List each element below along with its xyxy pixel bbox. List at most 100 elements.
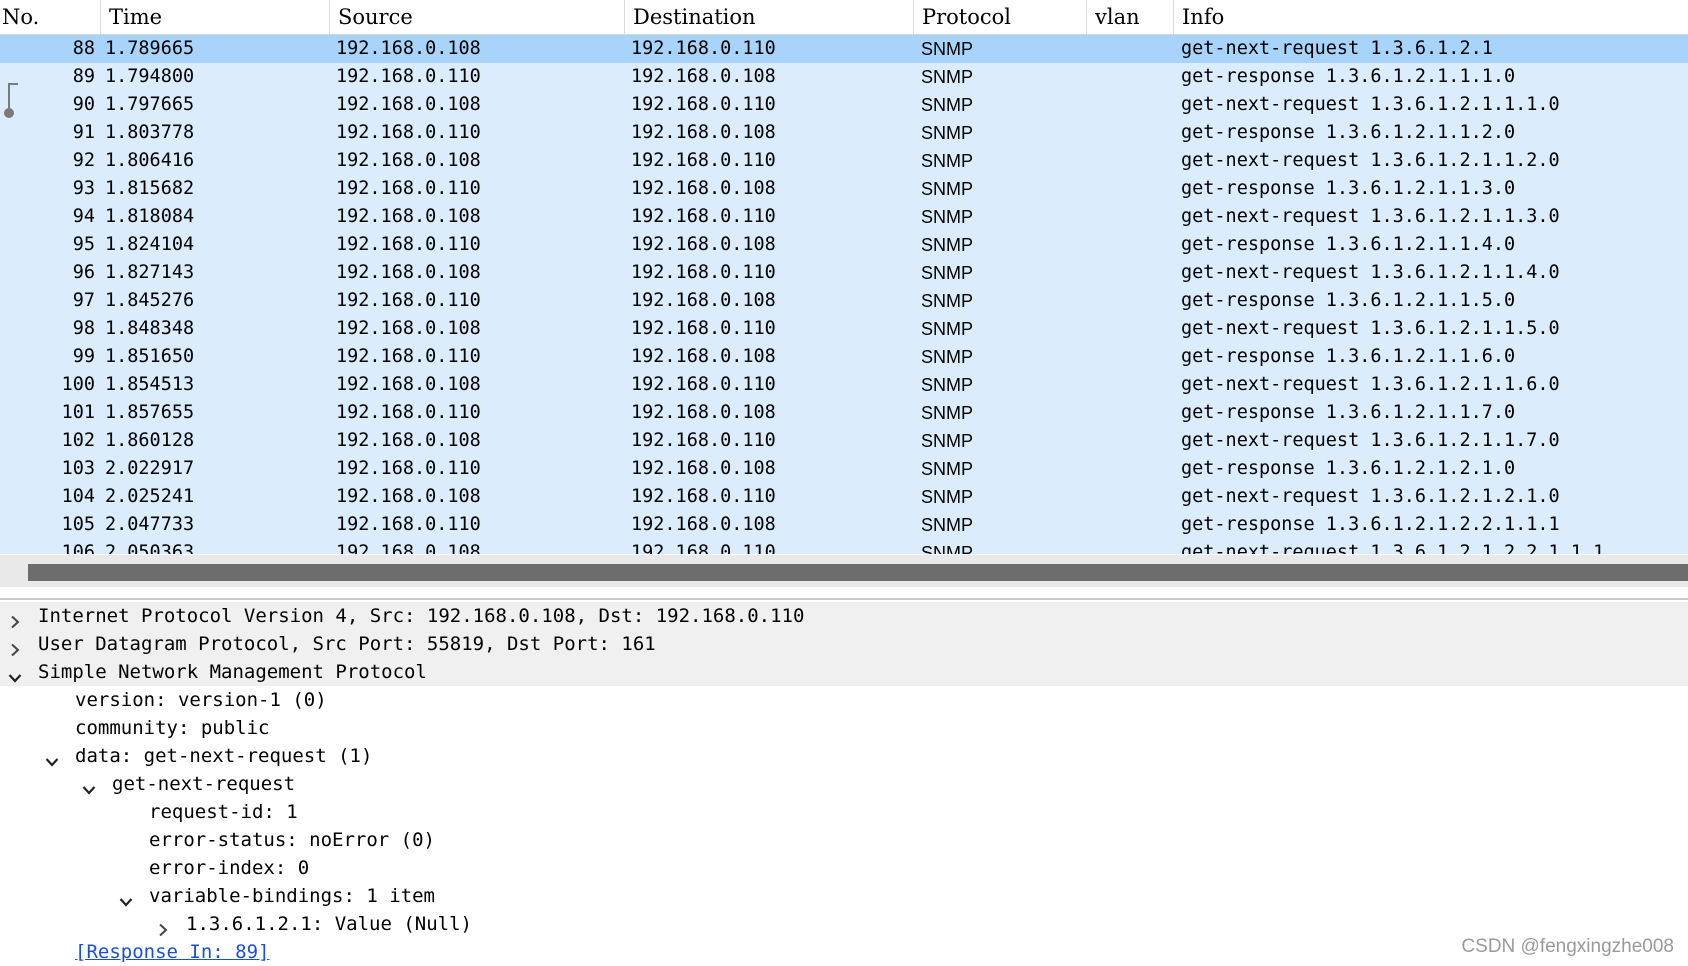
packet-source: 192.168.0.110 — [336, 402, 481, 423]
packet-row[interactable]: 98 1.848348 192.168.0.108 192.168.0.110 SNMP… — [0, 315, 1688, 343]
packet-time: 1.854513 — [105, 374, 195, 395]
packet-time: 1.806416 — [105, 150, 195, 171]
packet-no: 93 — [72, 178, 95, 199]
packet-row[interactable]: 97 1.845276 192.168.0.110 192.168.0.108 SNMP… — [0, 287, 1688, 315]
column-header-destination[interactable]: Destination — [624, 0, 913, 34]
pane-divider[interactable] — [0, 598, 1688, 600]
detail-row[interactable]: community: public — [0, 714, 1688, 742]
chevron-down-icon[interactable] — [119, 889, 133, 907]
packet-row[interactable]: 106 2.050363 192.168.0.108 192.168.0.110 SNM… — [0, 539, 1688, 554]
packet-destination: 192.168.0.108 — [631, 346, 776, 367]
packet-row[interactable]: 99 1.851650 192.168.0.110 192.168.0.108 SNMP… — [0, 343, 1688, 371]
packet-row[interactable]: 103 2.022917 192.168.0.110 192.168.0.108 SNM… — [0, 455, 1688, 483]
packet-no: 99 — [72, 346, 95, 367]
packet-protocol: SNMP — [921, 291, 974, 311]
detail-row[interactable]: request-id: 1 — [0, 798, 1688, 826]
packet-destination: 192.168.0.110 — [631, 150, 776, 171]
packet-source: 192.168.0.110 — [336, 514, 481, 535]
detail-row[interactable]: [Response In: 89] — [0, 938, 1688, 966]
packet-source: 192.168.0.110 — [336, 290, 481, 311]
packet-protocol: SNMP — [921, 235, 974, 255]
packet-destination: 192.168.0.110 — [631, 486, 776, 507]
chevron-down-icon[interactable] — [82, 777, 96, 795]
packet-time: 1.857655 — [105, 402, 195, 423]
detail-text: 1.3.6.1.2.1: Value (Null) — [186, 913, 472, 935]
detail-text: get-next-request — [112, 773, 296, 795]
packet-row[interactable]: 101 1.857655 192.168.0.110 192.168.0.108 SNM… — [0, 399, 1688, 427]
chevron-down-icon[interactable] — [8, 665, 22, 683]
chevron-right-icon[interactable] — [8, 609, 22, 629]
chevron-right-icon[interactable] — [156, 917, 170, 937]
column-header-vlan[interactable]: vlan — [1086, 0, 1173, 34]
packet-no: 96 — [72, 262, 95, 283]
packet-row[interactable]: 100 1.854513 192.168.0.108 192.168.0.110 SNM… — [0, 371, 1688, 399]
packet-protocol: SNMP — [921, 459, 974, 479]
detail-row[interactable]: Simple Network Management Protocol — [0, 658, 1688, 686]
chevron-down-icon[interactable] — [45, 749, 59, 767]
detail-text: error-status: noError (0) — [149, 829, 435, 851]
column-header-time[interactable]: Time — [100, 0, 329, 34]
scrollbar-thumb[interactable] — [28, 564, 1688, 581]
packet-no: 102 — [61, 430, 95, 451]
column-header-no[interactable]: No. — [0, 0, 100, 34]
related-packet-dot — [4, 108, 14, 118]
detail-row[interactable]: get-next-request — [0, 770, 1688, 798]
packet-no: 100 — [61, 374, 95, 395]
packet-no: 88 — [72, 38, 95, 59]
packet-row[interactable]: 91 1.803778 192.168.0.110 192.168.0.108 SNMP… — [0, 119, 1688, 147]
detail-row[interactable]: version: version-1 (0) — [0, 686, 1688, 714]
packet-no: 101 — [61, 402, 95, 423]
packet-destination: 192.168.0.108 — [631, 458, 776, 479]
packet-row[interactable]: 95 1.824104 192.168.0.110 192.168.0.108 SNMP… — [0, 231, 1688, 259]
packet-info: get-response 1.3.6.1.2.1.1.6.0 — [1181, 346, 1516, 367]
packet-row[interactable]: 88 1.789665 192.168.0.108 192.168.0.110 SNMP… — [0, 35, 1688, 63]
packet-rows[interactable]: 106 2.050363 192.168.0.108 192.168.0.110 SNM… — [0, 35, 1688, 554]
detail-row[interactable]: error-index: 0 — [0, 854, 1688, 882]
packet-row[interactable]: 92 1.806416 192.168.0.108 192.168.0.110 SNMP… — [0, 147, 1688, 175]
packet-no: 105 — [61, 514, 95, 535]
packet-info: get-response 1.3.6.1.2.1.1.7.0 — [1181, 402, 1516, 423]
packet-info: get-response 1.3.6.1.2.1.1.3.0 — [1181, 178, 1516, 199]
packet-list[interactable]: No. Time Source Destination Protocol vlan Info… — [0, 0, 1688, 555]
packet-row[interactable]: 89 1.794800 192.168.0.110 192.168.0.108 SNMP… — [0, 63, 1688, 91]
detail-row[interactable]: variable-bindings: 1 item — [0, 882, 1688, 910]
packet-info: get-response 1.3.6.1.2.1.2.2.1.1.1 — [1181, 514, 1560, 535]
column-header-info[interactable]: Info — [1173, 0, 1688, 34]
packet-protocol: SNMP — [921, 515, 974, 535]
packet-info: get-response 1.3.6.1.2.1.1.2.0 — [1181, 122, 1516, 143]
packet-row[interactable]: 102 1.860128 192.168.0.108 192.168.0.110 SNM… — [0, 427, 1688, 455]
packet-row[interactable]: 90 1.797665 192.168.0.108 192.168.0.110 SNMP… — [0, 91, 1688, 119]
packet-no: 92 — [72, 150, 95, 171]
packet-source: 192.168.0.108 — [336, 206, 481, 227]
packet-info: get-response 1.3.6.1.2.1.2.1.0 — [1181, 458, 1516, 479]
packet-time: 1.794800 — [105, 66, 195, 87]
response-link[interactable]: [Response In: 89] — [75, 938, 269, 966]
packet-row[interactable]: 93 1.815682 192.168.0.110 192.168.0.108 SNMP… — [0, 175, 1688, 203]
packet-time: 1.827143 — [105, 262, 195, 283]
packet-row[interactable]: 104 2.025241 192.168.0.108 192.168.0.110 SNM… — [0, 483, 1688, 511]
packet-info: get-next-request 1.3.6.1.2.1.1.4.0 — [1181, 262, 1560, 283]
detail-row[interactable]: data: get-next-request (1) — [0, 742, 1688, 770]
chevron-right-icon[interactable] — [8, 637, 22, 657]
detail-text: Simple Network Management Protocol — [38, 661, 427, 683]
packet-no: 94 — [72, 206, 95, 227]
packet-row[interactable]: 94 1.818084 192.168.0.108 192.168.0.110 SNMP… — [0, 203, 1688, 231]
column-header-protocol[interactable]: Protocol — [913, 0, 1086, 34]
packet-row[interactable]: 96 1.827143 192.168.0.108 192.168.0.110 SNMP… — [0, 259, 1688, 287]
column-header-source[interactable]: Source — [329, 0, 624, 34]
detail-row[interactable]: 1.3.6.1.2.1: Value (Null) — [0, 910, 1688, 938]
packet-row[interactable]: 105 2.047733 192.168.0.110 192.168.0.108 SNM… — [0, 511, 1688, 539]
horizontal-scrollbar[interactable] — [0, 555, 1688, 587]
packet-info: get-next-request 1.3.6.1.2.1 — [1181, 38, 1493, 59]
packet-info: get-next-request 1.3.6.1.2.1.2.2.1.1.1 — [1181, 542, 1605, 554]
packet-source: 192.168.0.108 — [336, 318, 481, 339]
detail-row[interactable]: error-status: noError (0) — [0, 826, 1688, 854]
packet-details-tree[interactable]: Internet Protocol Version 4, Src: 192.16… — [0, 601, 1688, 964]
detail-row[interactable]: User Datagram Protocol, Src Port: 55819,… — [0, 630, 1688, 658]
packet-source: 192.168.0.108 — [336, 430, 481, 451]
packet-source: 192.168.0.110 — [336, 458, 481, 479]
packet-source: 192.168.0.108 — [336, 542, 481, 554]
packet-protocol: SNMP — [921, 347, 974, 367]
detail-row[interactable]: Internet Protocol Version 4, Src: 192.16… — [0, 602, 1688, 630]
packet-no: 98 — [72, 318, 95, 339]
